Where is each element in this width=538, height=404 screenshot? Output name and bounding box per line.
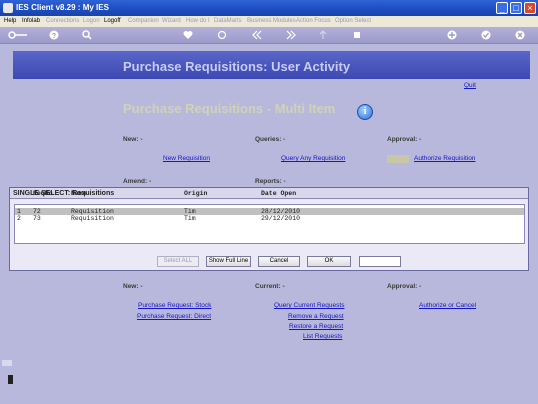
- page-subtitle: Purchase Requisitions - Multi Item: [123, 101, 336, 116]
- row-index: 2: [17, 215, 21, 222]
- window-title-bar: IES Client v8.29 : My IES _ □ ×: [0, 0, 538, 16]
- reports-section-label: Reports: -: [255, 178, 286, 185]
- menu-companion[interactable]: Companion: [128, 16, 159, 27]
- menu-option-select[interactable]: Option Select: [335, 16, 371, 27]
- info-icon[interactable]: i: [357, 104, 373, 120]
- cell-date-open: 28/12/2010: [261, 208, 301, 215]
- new-section-label-bottom: New: -: [123, 283, 143, 290]
- stop-icon[interactable]: [352, 30, 362, 40]
- upload-icon[interactable]: [318, 30, 328, 40]
- purchase-request-direct-link[interactable]: Purchase Request: Direct: [137, 313, 211, 320]
- queries-section-label: Queries: -: [255, 136, 286, 143]
- approval-section-label: Approval: -: [387, 136, 422, 143]
- select-all-button[interactable]: Select ALL: [157, 256, 199, 267]
- minimize-button[interactable]: _: [496, 2, 508, 14]
- current-section-label: Current: -: [255, 283, 285, 290]
- page-header-banner: Purchase Requisitions: User Activity: [13, 51, 530, 79]
- table-row[interactable]: 1 72 Requisition Tim 28/12/2010: [15, 208, 524, 215]
- query-current-requests-link[interactable]: Query Current Requests: [274, 302, 344, 309]
- quit-link[interactable]: Quit: [464, 82, 476, 89]
- menu-datamarts[interactable]: DataMarts: [214, 16, 242, 27]
- back-icon[interactable]: [251, 30, 263, 40]
- menu-business-modules[interactable]: Business Modules: [247, 16, 296, 27]
- menu-logoff[interactable]: Logoff: [104, 16, 121, 27]
- column-header-name[interactable]: Name: [71, 190, 87, 197]
- menu-connections[interactable]: Connections: [46, 16, 79, 27]
- help-icon[interactable]: ?: [49, 30, 59, 40]
- remove-a-request-link[interactable]: Remove a Request: [288, 313, 344, 320]
- cell-reqno: 73: [33, 215, 41, 222]
- close-icon[interactable]: [515, 30, 525, 40]
- query-any-requisition-link[interactable]: Query Any Requisition: [281, 155, 345, 162]
- cell-origin: Tim: [184, 208, 196, 215]
- column-header-date-open[interactable]: Date Open: [261, 190, 296, 197]
- purchase-request-stock-link[interactable]: Purchase Request: Stock: [138, 302, 211, 309]
- toolbar: ?: [0, 27, 538, 44]
- window-title: IES Client v8.29 : My IES: [16, 3, 109, 12]
- forward-icon[interactable]: [285, 30, 297, 40]
- page-title: Purchase Requisitions: User Activity: [123, 59, 351, 74]
- maximize-button[interactable]: □: [510, 2, 522, 14]
- cell-reqno: 72: [33, 208, 41, 215]
- menu-how-do-i[interactable]: How do I: [186, 16, 210, 27]
- list-requests-link[interactable]: List Requests: [303, 333, 342, 340]
- requisitions-grid[interactable]: ReqNo Name Origin Date Open 1 72 Requisi…: [14, 190, 525, 244]
- cancel-button[interactable]: Cancel: [258, 256, 300, 267]
- single-select-dialog: SINGLE SELECT: Requisitions ReqNo Name O…: [9, 187, 529, 271]
- menu-help[interactable]: Help: [4, 16, 16, 27]
- heart-icon[interactable]: [183, 30, 193, 40]
- disabled-indicator: [387, 155, 409, 163]
- side-strip: [0, 358, 14, 402]
- amend-section-label: Amend: -: [123, 178, 152, 185]
- column-header-reqno[interactable]: ReqNo: [33, 190, 53, 197]
- restore-a-request-link[interactable]: Restore a Request: [289, 323, 343, 330]
- show-full-line-button[interactable]: Show Full Line: [206, 256, 251, 267]
- new-section-label: New: -: [123, 136, 143, 143]
- menu-bar: Help Infolab Connections Logon Logoff Co…: [0, 16, 538, 27]
- authorize-or-cancel-link[interactable]: Authorize or Cancel: [419, 302, 476, 309]
- cell-name: Requisition: [71, 208, 114, 215]
- cell-date-open: 29/12/2010: [261, 215, 301, 222]
- cell-origin: Tim: [184, 215, 196, 222]
- new-requisition-link[interactable]: New Requisition: [163, 155, 210, 162]
- add-icon[interactable]: [447, 30, 457, 40]
- menu-infolab[interactable]: Infolab: [22, 16, 40, 27]
- row-index: 1: [17, 208, 21, 215]
- close-window-button[interactable]: ×: [524, 2, 536, 14]
- cell-name: Requisition: [71, 215, 114, 222]
- dialog-input-field[interactable]: [359, 256, 401, 267]
- ok-button[interactable]: OK: [307, 256, 351, 267]
- menu-wizard[interactable]: Wizard: [162, 16, 181, 27]
- menu-logon[interactable]: Logon: [83, 16, 100, 27]
- menu-action-focus[interactable]: Action Focus: [296, 16, 331, 27]
- table-row[interactable]: 2 73 Requisition Tim 29/12/2010: [15, 215, 524, 222]
- column-header-origin[interactable]: Origin: [184, 190, 207, 197]
- search-icon[interactable]: [82, 30, 92, 40]
- approval-section-label-bottom: Approval: -: [387, 283, 422, 290]
- app-icon: [3, 3, 13, 13]
- key-icon[interactable]: [8, 30, 28, 40]
- authorize-requisition-link[interactable]: Authorize Requisition: [414, 155, 475, 162]
- svg-text:?: ?: [52, 33, 56, 40]
- check-icon[interactable]: [481, 30, 491, 40]
- refresh-icon[interactable]: [217, 30, 227, 40]
